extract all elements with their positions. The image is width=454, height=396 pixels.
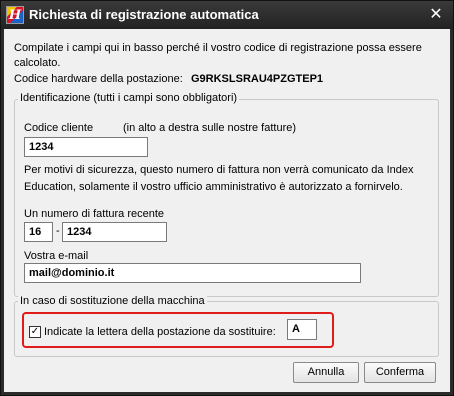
identification-legend: Identificazione (tutti i campi sono obbl… <box>18 92 240 104</box>
invoice-number-input[interactable]: 1234 <box>62 222 167 242</box>
intro-text: Compilate i campi qui in basso perché il… <box>14 42 422 69</box>
privacy-note: Per motivi di sicurezza, questo numero d… <box>24 164 414 193</box>
title-bar[interactable]: H Richiesta di registrazione automatica … <box>1 1 453 29</box>
close-icon[interactable]: ✕ <box>427 6 445 24</box>
replacement-legend: In caso di sostituzione della macchina <box>18 295 207 307</box>
client-code-hint: (in alto a destra sulle nostre fatture) <box>123 122 297 134</box>
client-code-input[interactable]: 1234 <box>24 137 148 157</box>
email-input[interactable]: mail@dominio.it <box>24 263 361 283</box>
hardware-code-label: Codice hardware della postazione: <box>14 73 183 85</box>
invoice-prefix-input[interactable]: 16 <box>24 222 53 242</box>
app-logo-icon: H <box>6 6 24 24</box>
replace-station-label[interactable]: Indicate la lettera della postazione da … <box>44 326 276 338</box>
window-title: Richiesta di registrazione automatica <box>29 7 259 22</box>
replace-station-checkbox[interactable]: ✓ <box>29 326 41 338</box>
station-letter-input[interactable]: A <box>287 319 317 340</box>
confirm-button[interactable]: Conferma <box>364 362 436 383</box>
cancel-button[interactable]: Annulla <box>293 362 359 383</box>
email-label: Vostra e-mail <box>24 250 89 262</box>
invoice-separator: - <box>56 225 60 237</box>
client-code-label: Codice cliente <box>24 122 94 134</box>
hardware-code-value: G9RKSLSRAU4PZGTEP1 <box>191 73 324 85</box>
invoice-number-label: Un numero di fattura recente <box>24 208 165 220</box>
registration-dialog: H Richiesta di registrazione automatica … <box>0 0 454 396</box>
dialog-body: Compilate i campi qui in basso perché il… <box>4 29 450 392</box>
